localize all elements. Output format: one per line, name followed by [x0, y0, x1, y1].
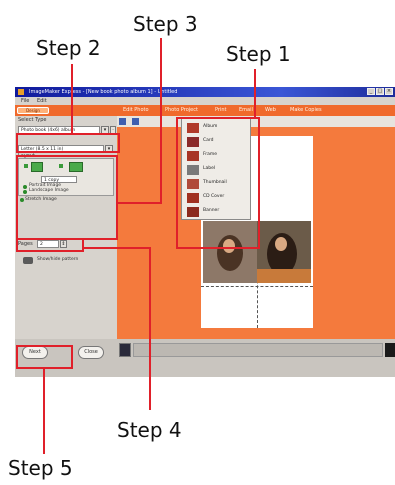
step-5-highlight — [16, 345, 73, 369]
scroll-right-icon[interactable] — [385, 343, 395, 357]
step-4-connector-v — [149, 247, 151, 410]
photo-right[interactable] — [257, 221, 311, 283]
step-3-highlight — [16, 155, 118, 240]
pattern-icon — [23, 257, 33, 264]
close-button[interactable]: Close — [78, 346, 104, 359]
minimize-icon[interactable]: _ — [367, 88, 375, 95]
design-button[interactable]: Design — [17, 107, 49, 114]
step-2-highlight — [16, 133, 120, 153]
toolbar-email[interactable]: Email — [239, 105, 253, 116]
step-5-connector — [43, 369, 45, 454]
close-icon[interactable]: × — [385, 88, 393, 95]
step-3-connector-v — [160, 38, 162, 203]
step-4-connector-h — [84, 247, 150, 249]
toolbar-print[interactable]: Print — [215, 105, 227, 116]
step-3-connector-h — [117, 202, 162, 204]
step-2-connector — [71, 64, 73, 134]
maximize-icon[interactable]: □ — [376, 88, 384, 95]
step-4-highlight — [16, 238, 84, 252]
step-1-highlight — [176, 117, 260, 249]
app-icon — [18, 89, 24, 95]
toolbar-make-copies[interactable]: Make Copies — [290, 105, 322, 116]
step-2-label: Step 2 — [36, 36, 101, 60]
menu-file[interactable]: File — [21, 98, 29, 104]
thumbnail-strip-icon[interactable] — [119, 343, 131, 357]
step-4-label: Step 4 — [117, 418, 182, 442]
step-1-connector — [254, 69, 256, 118]
show-pattern-option[interactable]: Show/hide pattern — [37, 257, 78, 263]
photo-foreground — [257, 269, 311, 283]
canvas-tool-icon-2[interactable] — [132, 118, 139, 125]
step-3-label: Step 3 — [133, 12, 198, 36]
step-5-label: Step 5 — [8, 456, 73, 480]
photo-face-2 — [275, 237, 287, 251]
menu-edit[interactable]: Edit — [37, 98, 47, 104]
window-title: ImageMaker Express - [New book photo alb… — [29, 89, 178, 95]
canvas-tool-icon[interactable] — [119, 118, 126, 125]
toolbar-photo-project[interactable]: Photo Project — [165, 105, 198, 116]
toolbar-web[interactable]: Web — [265, 105, 276, 116]
thumbnail-strip[interactable] — [133, 343, 383, 357]
select-type-label: Select Type — [18, 117, 47, 123]
page-fold-line — [201, 286, 313, 287]
step-1-label: Step 1 — [226, 42, 291, 66]
toolbar-edit-photo[interactable]: Edit Photo — [123, 105, 149, 116]
